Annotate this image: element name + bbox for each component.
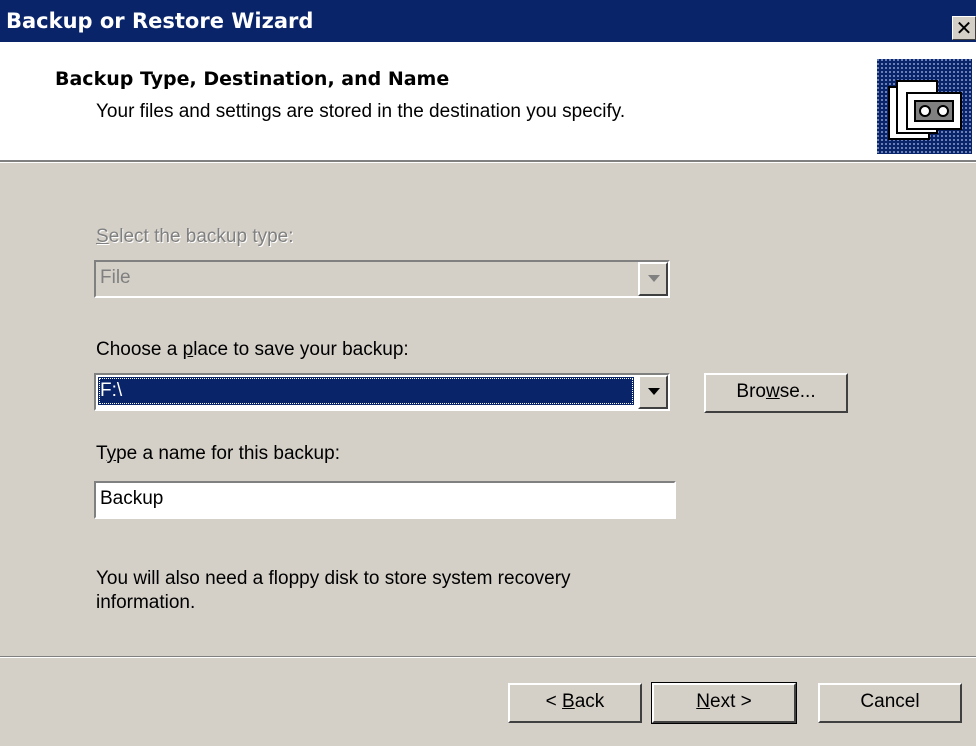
page-subtitle: Your files and settings are stored in th… (96, 101, 626, 122)
wizard-header: Backup Type, Destination, and Name Your … (0, 42, 976, 160)
chevron-down-icon (648, 388, 660, 395)
floppy-info-text: You will also need a floppy disk to stor… (96, 568, 571, 613)
destination-dropdown-button[interactable] (638, 375, 668, 409)
browse-button[interactable]: Browse... (704, 373, 848, 413)
backup-type-label: Select the backup type: (96, 226, 294, 247)
close-icon: ✕ (955, 16, 973, 40)
wizard-body: Select the backup type: File Choose a pl… (0, 163, 976, 746)
close-button[interactable]: ✕ (952, 16, 976, 40)
destination-label: Choose a place to save your backup: (96, 339, 409, 360)
back-button[interactable]: < Back (508, 683, 642, 723)
backup-type-dropdown-button (638, 262, 668, 296)
page-title: Backup Type, Destination, and Name (55, 68, 450, 90)
backup-type-select: File (94, 260, 670, 298)
footer-separator (0, 656, 976, 658)
window-title: Backup or Restore Wizard (6, 9, 314, 33)
destination-select[interactable]: F:\ (94, 373, 670, 411)
title-bar: Backup or Restore Wizard ✕ (0, 0, 976, 42)
cancel-button[interactable]: Cancel (818, 683, 962, 723)
backup-name-label: Type a name for this backup: (96, 443, 340, 464)
chevron-down-icon (648, 275, 660, 282)
destination-value: F:\ (98, 377, 634, 405)
backup-type-value: File (100, 267, 131, 288)
next-button[interactable]: Next > (651, 682, 797, 724)
backup-name-input[interactable]: Backup (94, 481, 676, 519)
backup-wizard-icon (877, 59, 972, 154)
